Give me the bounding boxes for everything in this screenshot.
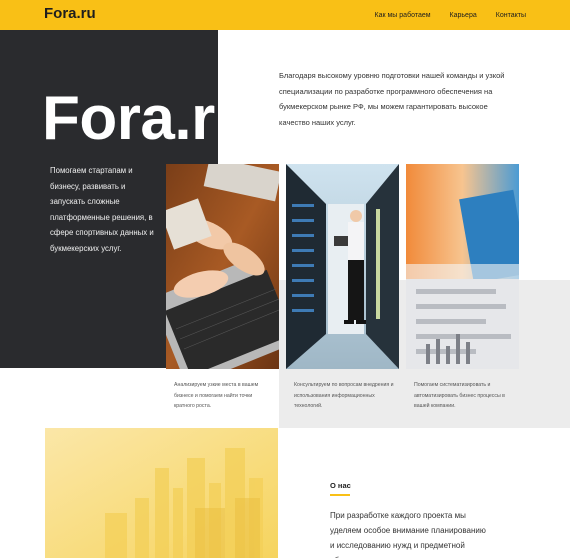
server-room-photo bbox=[286, 164, 399, 369]
nav-link-how-we-work[interactable]: Как мы работаем bbox=[375, 12, 431, 19]
analytics-charts-photo bbox=[406, 164, 519, 369]
service-caption-consulting: Консультируем по вопросам внедрения и ис… bbox=[294, 382, 394, 409]
about-heading-underline bbox=[330, 494, 350, 496]
nav-link-contacts[interactable]: Контакты bbox=[496, 12, 526, 19]
top-bar: Fora.ru Как мы работаем Карьера Контакты bbox=[0, 0, 570, 30]
hero-side-text: Помогаем стартапам и бизнесу, развивать … bbox=[50, 166, 154, 253]
laptop-typing-photo bbox=[166, 164, 279, 369]
service-caption-analysis: Анализируем узкие места в вашем бизнесе … bbox=[174, 382, 259, 409]
service-caption-automation: Помогаем систематизировать и автоматизир… bbox=[414, 382, 505, 409]
hero-intro-text: Благодаря высокому уровню подготовки наш… bbox=[279, 71, 505, 127]
about-heading: О нас bbox=[330, 481, 351, 490]
about-text: При разработке каждого проекта мы уделяе… bbox=[330, 511, 486, 558]
site-logo[interactable]: Fora.ru bbox=[44, 5, 96, 22]
main-nav: Как мы работаем Карьера Контакты bbox=[356, 0, 526, 30]
about-city-photo bbox=[45, 428, 278, 558]
hero-big-title: Fora.ru bbox=[42, 84, 218, 153]
nav-link-career[interactable]: Карьера bbox=[450, 12, 477, 19]
